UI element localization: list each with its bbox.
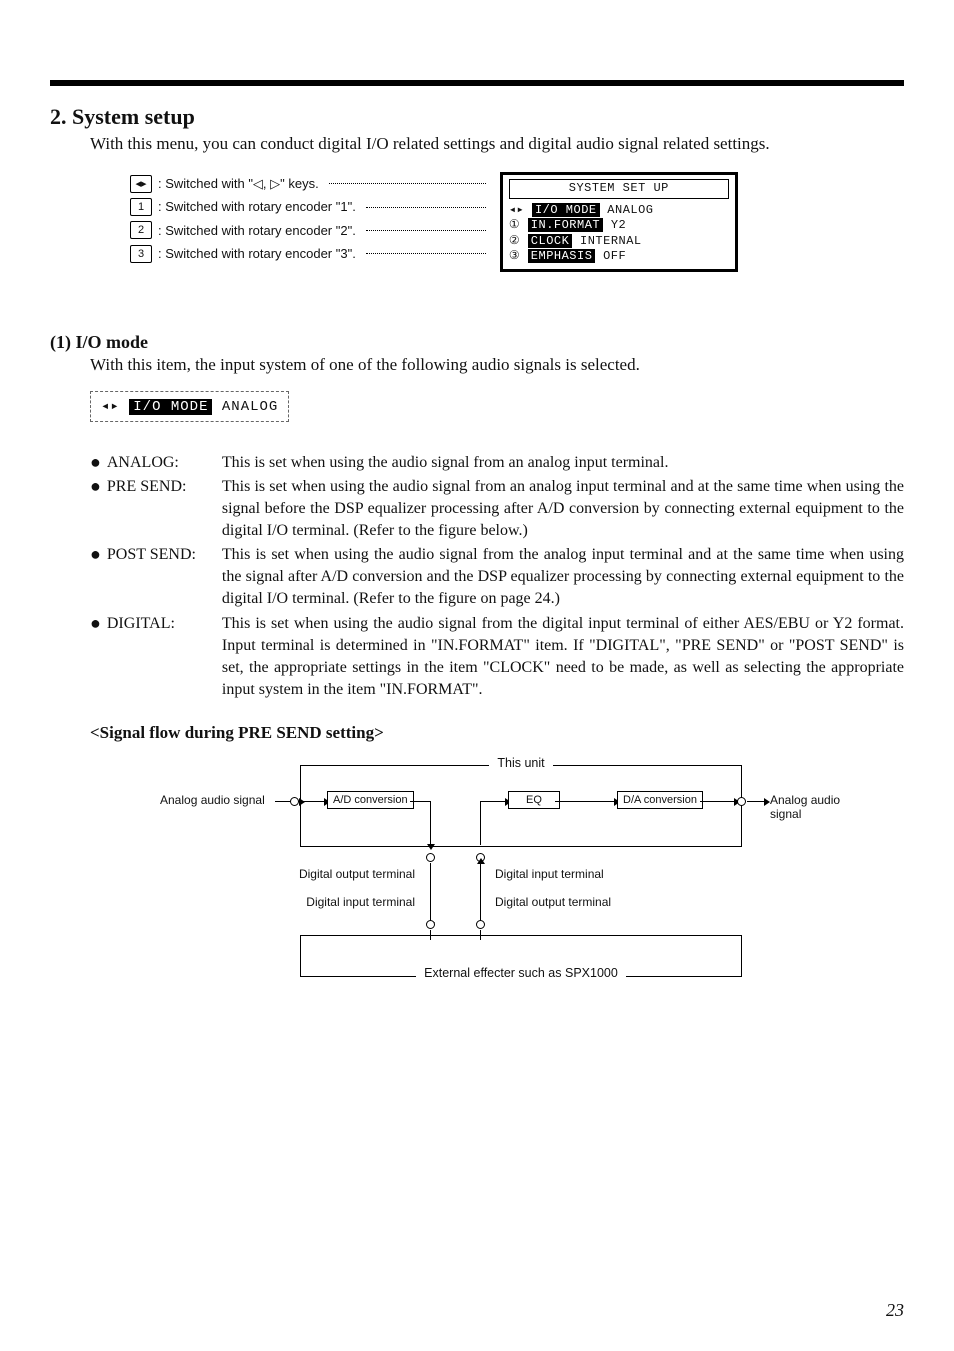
lcd-row: ③ EMPHASIS OFF bbox=[509, 249, 729, 265]
lcd-value: ANALOG bbox=[222, 399, 278, 415]
unit-label: This unit bbox=[301, 756, 741, 770]
node-icon bbox=[426, 853, 435, 862]
list-item: ● DIGITAL: This is set when using the au… bbox=[90, 613, 904, 701]
leader-dots bbox=[366, 253, 486, 254]
list-item: ● PRE SEND: This is set when using the a… bbox=[90, 476, 904, 542]
leader-dots bbox=[366, 207, 486, 208]
digital-in-label: Digital input terminal bbox=[495, 867, 604, 881]
option-term: PRE SEND: bbox=[107, 476, 222, 498]
keycap-icon: 3 bbox=[130, 245, 152, 263]
node-icon bbox=[290, 797, 299, 806]
legend-item: 3 : Switched with rotary encoder "3". bbox=[130, 242, 486, 265]
legend-text: : Switched with rotary encoder "2". bbox=[158, 219, 356, 242]
bullet-icon: ● bbox=[90, 544, 101, 566]
page-number: 23 bbox=[886, 1300, 904, 1321]
option-term: ANALOG: bbox=[107, 452, 222, 474]
leader-dots bbox=[329, 183, 486, 184]
legend-text: : Switched with rotary encoder "1". bbox=[158, 195, 356, 218]
node-icon bbox=[737, 797, 746, 806]
legend-text: : Switched with "◁, ▷" keys. bbox=[158, 172, 319, 195]
flow-line bbox=[300, 801, 325, 802]
bullet-icon: ● bbox=[90, 613, 101, 635]
legend-area: ◂▸ : Switched with "◁, ▷" keys. 1 : Swit… bbox=[130, 172, 904, 272]
legend-item: ◂▸ : Switched with "◁, ▷" keys. bbox=[130, 172, 486, 195]
lcd-label: I/O MODE bbox=[532, 203, 600, 217]
lcd-sym: ② bbox=[509, 234, 520, 248]
external-label-text: External effecter such as SPX1000 bbox=[416, 966, 626, 980]
keycap-icon: 2 bbox=[130, 221, 152, 239]
option-term: POST SEND: bbox=[107, 544, 222, 566]
lcd-label: CLOCK bbox=[528, 234, 573, 248]
digital-out-label: Digital output terminal bbox=[285, 867, 415, 881]
lcd-label: I/O MODE bbox=[129, 399, 212, 415]
digital-out-label-2: Digital output terminal bbox=[495, 895, 611, 909]
section-intro: With this menu, you can conduct digital … bbox=[90, 134, 904, 154]
unit-label-text: This unit bbox=[489, 756, 552, 770]
option-desc: This is set when using the audio signal … bbox=[222, 476, 904, 542]
lcd-row: ◂▸ I/O MODE ANALOG bbox=[509, 203, 729, 219]
lcd-sym: ◂▸ bbox=[509, 203, 524, 217]
option-desc: This is set when using the audio signal … bbox=[222, 544, 904, 610]
flow-line bbox=[480, 801, 481, 845]
leader-dots bbox=[366, 230, 486, 231]
lcd-screen: SYSTEM SET UP ◂▸ I/O MODE ANALOG ① IN.FO… bbox=[500, 172, 738, 272]
lcd-value: INTERNAL bbox=[580, 234, 642, 248]
section-number: 2. bbox=[50, 104, 67, 129]
flow-line bbox=[430, 801, 431, 845]
external-box: External effecter such as SPX1000 bbox=[300, 935, 742, 977]
option-desc: This is set when using the audio signal … bbox=[222, 613, 904, 701]
lcd-title: SYSTEM SET UP bbox=[509, 179, 729, 199]
lcd-sym: ① bbox=[509, 218, 520, 232]
option-list: ● ANALOG: This is set when using the aud… bbox=[90, 452, 904, 701]
signal-flow-diagram: This unit Analog audio signal A/D conver… bbox=[190, 755, 904, 995]
lcd-row: ① IN.FORMAT Y2 bbox=[509, 218, 729, 234]
section-name: System setup bbox=[72, 104, 195, 129]
digital-in-label-2: Digital input terminal bbox=[285, 895, 415, 909]
ad-box: A/D conversion bbox=[327, 791, 414, 809]
lcd-value: Y2 bbox=[611, 218, 626, 232]
node-icon bbox=[476, 920, 485, 929]
analog-out-label: Analog audio signal bbox=[770, 793, 850, 821]
keycap-icon: 1 bbox=[130, 198, 152, 216]
lcd-sym: ③ bbox=[509, 249, 520, 263]
flow-line bbox=[430, 863, 431, 923]
page-rule bbox=[50, 80, 904, 86]
legend-item: 1 : Switched with rotary encoder "1". bbox=[130, 195, 486, 218]
eq-box: EQ bbox=[508, 791, 560, 809]
analog-in-label: Analog audio signal bbox=[160, 793, 265, 807]
node-icon bbox=[426, 920, 435, 929]
lcd-row: ② CLOCK INTERNAL bbox=[509, 234, 729, 250]
flow-line bbox=[555, 801, 615, 802]
list-item: ● POST SEND: This is set when using the … bbox=[90, 544, 904, 610]
subsection-intro: With this item, the input system of one … bbox=[90, 355, 904, 375]
flow-line bbox=[480, 863, 481, 923]
lcd-sym: ◂▸ bbox=[101, 399, 120, 415]
section-title: 2. System setup bbox=[50, 104, 904, 130]
lcd-label: IN.FORMAT bbox=[528, 218, 603, 232]
keycap-icon: ◂▸ bbox=[130, 175, 152, 193]
lcd-value: ANALOG bbox=[607, 203, 653, 217]
list-item: ● ANALOG: This is set when using the aud… bbox=[90, 452, 904, 474]
option-term: DIGITAL: bbox=[107, 613, 222, 635]
flow-line bbox=[410, 801, 430, 802]
flow-line bbox=[747, 801, 765, 802]
legend-item: 2 : Switched with rotary encoder "2". bbox=[130, 219, 486, 242]
flow-line bbox=[700, 801, 735, 802]
option-desc: This is set when using the audio signal … bbox=[222, 452, 904, 474]
lcd-value: OFF bbox=[603, 249, 626, 263]
lcd-label: EMPHASIS bbox=[528, 249, 596, 263]
legend-text: : Switched with rotary encoder "3". bbox=[158, 242, 356, 265]
subsection-title: (1) I/O mode bbox=[50, 332, 904, 353]
lcd-detail: ◂▸ I/O MODE ANALOG bbox=[90, 391, 289, 422]
bullet-icon: ● bbox=[90, 476, 101, 498]
external-label: External effecter such as SPX1000 bbox=[301, 966, 741, 980]
legend-column: ◂▸ : Switched with "◁, ▷" keys. 1 : Swit… bbox=[130, 172, 486, 266]
flow-title: <Signal flow during PRE SEND setting> bbox=[90, 723, 904, 743]
bullet-icon: ● bbox=[90, 452, 101, 474]
flow-line bbox=[480, 801, 506, 802]
da-box: D/A conversion bbox=[617, 791, 703, 809]
